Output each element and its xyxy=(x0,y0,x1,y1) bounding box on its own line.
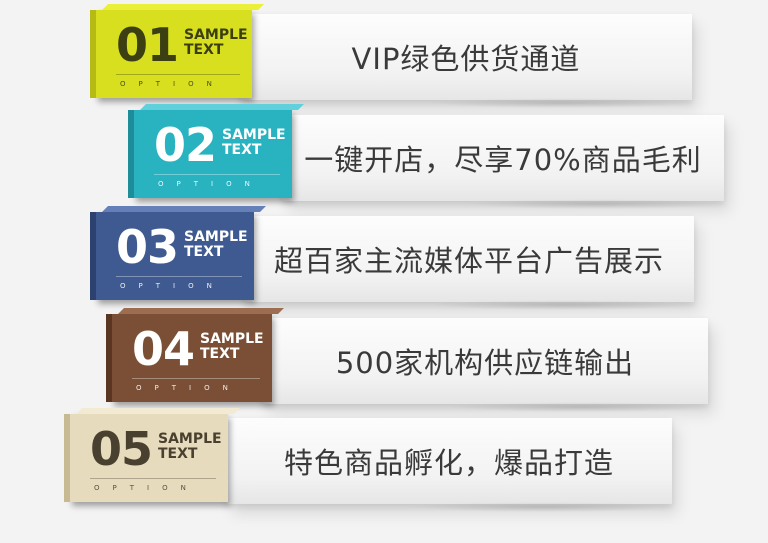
badge-3-sample-line1: SAMPLE xyxy=(184,229,248,245)
banner-1: VIP绿色供货通道 xyxy=(240,14,698,108)
banner-2: 一键开店，尽享70%商品毛利 xyxy=(282,115,730,209)
badge-1-sample-line1: SAMPLE xyxy=(184,27,248,43)
badge-1-number: 01 xyxy=(116,18,179,72)
badge-2-option: OPTION xyxy=(158,180,263,188)
badge-3-sample: SAMPLE TEXT xyxy=(184,230,248,260)
badge-1-divider xyxy=(116,74,240,75)
badge-3-divider xyxy=(116,276,242,277)
badge-3-option: OPTION xyxy=(120,282,225,290)
banner-3-text: 超百家主流媒体平台广告展示 xyxy=(273,244,664,278)
banner-3: 超百家主流媒体平台广告展示 xyxy=(244,216,700,310)
badge-4-sample-line1: SAMPLE xyxy=(200,331,264,347)
badge-2-sample: SAMPLE TEXT xyxy=(222,128,286,158)
badge-5-sample-line1: SAMPLE xyxy=(158,431,222,447)
badge-4-sample-line2: TEXT xyxy=(200,346,240,362)
banner-4: 500家机构供应链输出 xyxy=(262,318,714,412)
banner-2-text: 一键开店，尽享70%商品毛利 xyxy=(304,143,702,177)
badge-1-option: OPTION xyxy=(120,80,225,88)
badge-2-sample-line1: SAMPLE xyxy=(222,127,286,143)
badge-2: 02 SAMPLE TEXT OPTION xyxy=(128,110,292,198)
badge-4-divider xyxy=(132,378,260,379)
banner-4-text: 500家机构供应链输出 xyxy=(335,346,635,380)
badge-4-sample: SAMPLE TEXT xyxy=(200,332,264,362)
badge-4-option: OPTION xyxy=(136,384,241,392)
badge-2-divider xyxy=(154,174,280,175)
banner-5: 特色商品孵化，爆品打造 xyxy=(226,418,678,512)
badge-5-number: 05 xyxy=(90,422,153,476)
banner-5-text: 特色商品孵化，爆品打造 xyxy=(283,446,614,480)
badge-4: 04 SAMPLE TEXT OPTION xyxy=(106,314,272,402)
badge-5-option: OPTION xyxy=(94,484,199,492)
badge-1: 01 SAMPLE TEXT OPTION xyxy=(90,10,252,98)
banner-1-text: VIP绿色供货通道 xyxy=(351,42,581,76)
badge-4-number: 04 xyxy=(132,322,195,376)
badge-5-divider xyxy=(90,478,216,479)
badge-3-number: 03 xyxy=(116,220,179,274)
badge-2-sample-line2: TEXT xyxy=(222,142,262,158)
badge-5: 05 SAMPLE TEXT OPTION xyxy=(64,414,228,502)
badge-3-sample-line2: TEXT xyxy=(184,244,224,260)
badge-2-number: 02 xyxy=(154,118,217,172)
badge-5-sample: SAMPLE TEXT xyxy=(158,432,222,462)
badge-3: 03 SAMPLE TEXT OPTION xyxy=(90,212,254,300)
badge-1-sample-line2: TEXT xyxy=(184,42,224,58)
badge-5-sample-line2: TEXT xyxy=(158,446,198,462)
badge-1-sample: SAMPLE TEXT xyxy=(184,28,248,58)
